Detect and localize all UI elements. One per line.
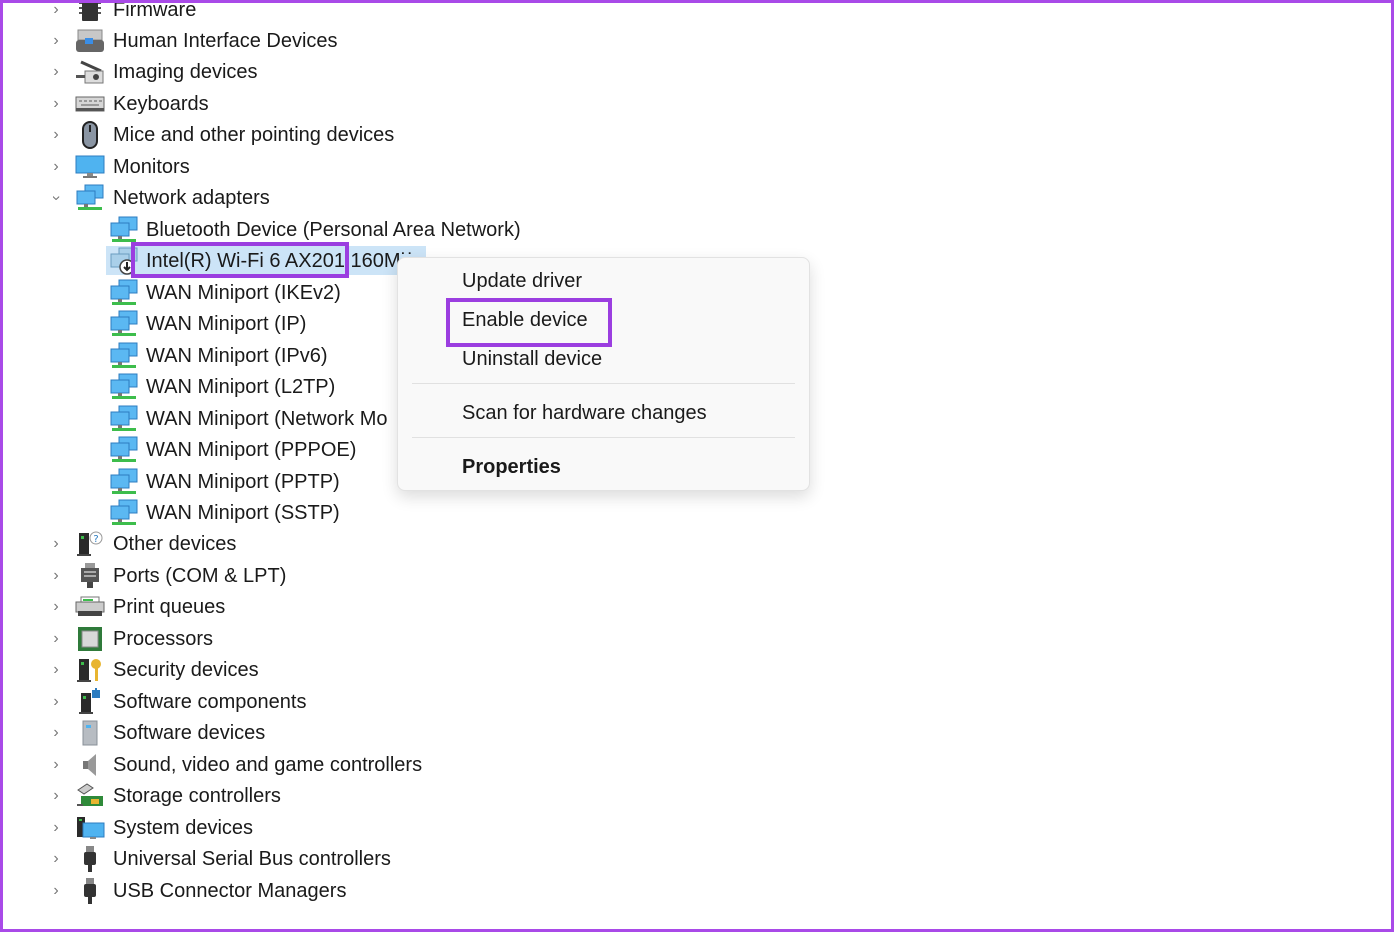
chevron-right-icon[interactable]: › [46,31,66,51]
tree-item-label: Mice and other pointing devices [113,123,395,146]
processor-icon [75,625,105,653]
tree-item-label: Storage controllers [113,784,281,807]
chevron-right-icon[interactable]: › [46,0,66,20]
tree-item-label: USB Connector Managers [113,879,347,902]
tree-item-label: Software components [113,690,307,713]
network-adapter-icon [109,468,139,496]
speaker-icon [75,751,105,779]
chevron-right-icon[interactable]: › [46,597,66,617]
tree-item-label: Firmware [113,0,197,21]
chevron-right-icon[interactable]: › [46,566,66,586]
tree-item-label: System devices [113,816,254,839]
chevron-right-icon[interactable]: › [46,62,66,82]
tree-item-label: Processors [113,627,214,650]
tree-item-label: Security devices [113,658,259,681]
network-adapter-icon [109,436,139,464]
chevron-right-icon[interactable]: › [46,94,66,114]
menu-item-properties[interactable]: Properties [462,456,561,479]
chevron-right-icon[interactable]: › [46,786,66,806]
tree-item-label: Universal Serial Bus controllers [113,847,391,870]
chevron-right-icon[interactable]: › [46,818,66,838]
menu-separator [412,437,795,438]
tree-item-label: WAN Miniport (L2TP) [146,375,336,398]
software-device-icon [75,719,105,747]
menu-item-scan-hardware[interactable]: Scan for hardware changes [462,402,707,425]
tree-item-label: Network adapters [113,186,270,209]
network-icon [75,184,105,212]
network-adapter-icon [109,499,139,527]
tree-item-label: WAN Miniport (IP) [146,312,307,335]
tree-item-label: Software devices [113,721,266,744]
chevron-right-icon[interactable]: › [46,157,66,177]
chevron-right-icon[interactable]: › [46,125,66,145]
camera-icon [75,58,105,86]
usb-icon [75,877,105,905]
tree-item-label: WAN Miniport (PPTP) [146,470,340,493]
menu-separator [412,383,795,384]
unknown-device-icon: ? [75,530,105,558]
chevron-right-icon[interactable]: › [46,629,66,649]
tree-item-label: Other devices [113,532,237,555]
annotation-highlight-enable [446,298,612,347]
context-menu: Update driver Enable device Uninstall de… [397,257,810,491]
chevron-right-icon[interactable]: › [46,534,66,554]
system-icon [75,814,105,842]
network-adapter-icon [109,405,139,433]
network-adapter-icon [109,342,139,370]
printer-icon [75,593,105,621]
tree-item-label: WAN Miniport (IKEv2) [146,281,341,304]
chevron-down-icon[interactable]: › [46,188,66,208]
keyboard-icon [75,90,105,118]
firmware-icon [75,0,105,24]
tree-item-label: Human Interface Devices [113,29,338,52]
mouse-icon [75,121,105,149]
svg-text:?: ? [93,534,98,545]
tree-item-label: Bluetooth Device (Personal Area Network) [146,218,521,241]
annotation-highlight-device [131,242,349,278]
tree-item-label: WAN Miniport (SSTP) [146,501,340,524]
network-adapter-icon [109,216,139,244]
storage-icon [75,782,105,810]
tree-item-label: Imaging devices [113,60,258,83]
port-icon [75,562,105,590]
chevron-right-icon[interactable]: › [46,723,66,743]
usb-icon [75,845,105,873]
chevron-right-icon[interactable]: › [46,692,66,712]
network-adapter-icon [109,279,139,307]
tree-item-label: Ports (COM & LPT) [113,564,287,587]
menu-item-update-driver[interactable]: Update driver [462,270,582,293]
chevron-right-icon[interactable]: › [46,881,66,901]
tree-item-label: Keyboards [113,92,209,115]
chevron-right-icon[interactable]: › [46,660,66,680]
software-component-icon [75,688,105,716]
tree-item-label: WAN Miniport (PPPOE) [146,438,357,461]
network-adapter-icon [109,310,139,338]
tree-item-label: Monitors [113,155,190,178]
security-key-icon [75,656,105,684]
tree-item-label: WAN Miniport (IPv6) [146,344,328,367]
tree-item-label: Print queues [113,595,226,618]
network-adapter-icon [109,373,139,401]
tree-item-label: Sound, video and game controllers [113,753,423,776]
tree-item-label: WAN Miniport (Network Mo [146,407,388,430]
chevron-right-icon[interactable]: › [46,755,66,775]
monitor-icon [75,153,105,181]
chevron-right-icon[interactable]: › [46,849,66,869]
hid-icon [75,27,105,55]
menu-item-uninstall-device[interactable]: Uninstall device [462,348,602,371]
